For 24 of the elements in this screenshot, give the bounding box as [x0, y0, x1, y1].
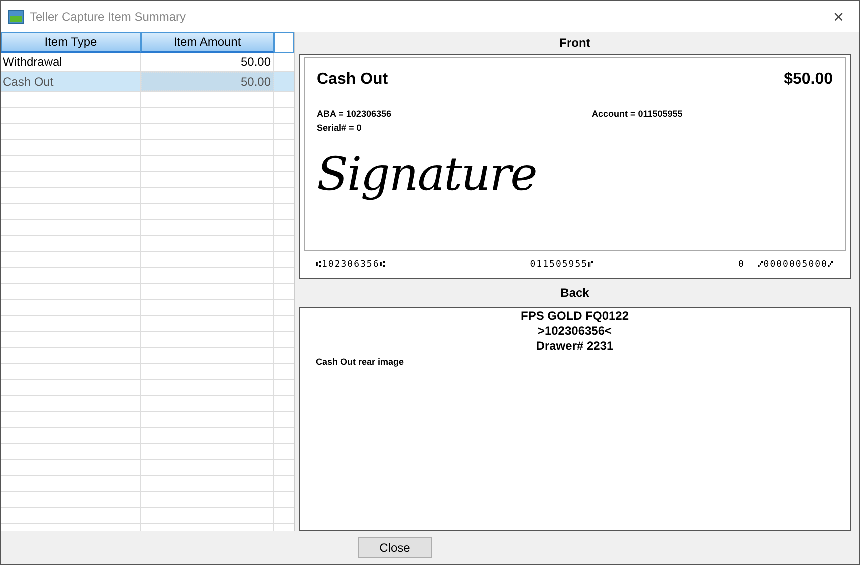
micr-line: ⑆102306356⑆: [316, 259, 386, 272]
close-button[interactable]: ×: [825, 8, 852, 26]
endorsement-line: >102306356<: [536, 324, 614, 339]
rear-image-note: Cash Out rear image: [316, 356, 406, 369]
column-header[interactable]: Item Type: [1, 32, 141, 53]
close-dialog-button[interactable]: Close: [358, 537, 432, 558]
back-label: Back: [560, 285, 590, 302]
endorsement-line: Drawer# 2231: [535, 339, 615, 354]
table-cell: Withdrawal: [1, 53, 141, 71]
endorsement-line: FPS GOLD FQ0122: [520, 309, 630, 324]
micr-line: 011505955⑈: [530, 259, 594, 272]
empty-column-header[interactable]: [274, 32, 294, 53]
table-cell: 50.00: [141, 53, 274, 71]
column-header[interactable]: Item Amount: [141, 32, 274, 53]
serial-number: Serial# = 0: [317, 122, 363, 134]
front-label: Front: [558, 35, 592, 52]
account-number: Account = 011505955: [592, 108, 683, 121]
check-amount: $50.00: [784, 70, 833, 90]
window-app-icon: [8, 10, 24, 24]
window-title: Teller Capture Item Summary: [30, 8, 188, 26]
check-title: Cash Out: [317, 70, 388, 90]
aba-number: ABA = 102306356: [317, 108, 392, 121]
micr-line: 0 ⑇0000005000⑇: [738, 259, 834, 272]
table-cell: 50.00: [141, 72, 274, 91]
